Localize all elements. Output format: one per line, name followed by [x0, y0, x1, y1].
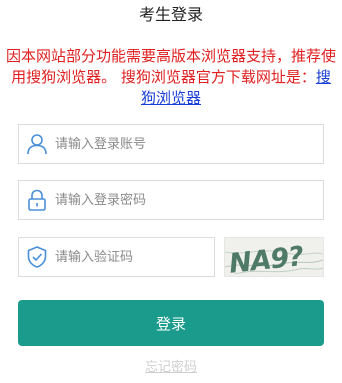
login-page: 考生登录 因本网站部分功能需要高版本浏览器支持，推荐使用搜狗浏览器。 搜狗浏览器…: [0, 0, 342, 383]
user-icon: [25, 132, 49, 156]
shield-check-icon: [25, 245, 49, 269]
browser-warning-text: 因本网站部分功能需要高版本浏览器支持，推荐使用搜狗浏览器。 搜狗浏览器官方下载网…: [6, 47, 337, 86]
login-button[interactable]: 登录: [18, 300, 324, 346]
captcha-input[interactable]: [55, 238, 208, 276]
forgot-password-link[interactable]: 忘记密码: [0, 358, 342, 378]
browser-warning: 因本网站部分功能需要高版本浏览器支持，推荐使用搜狗浏览器。 搜狗浏览器官方下载网…: [6, 46, 336, 109]
captcha-field: [18, 237, 215, 277]
captcha-image[interactable]: NA9?: [224, 237, 324, 277]
account-field: [18, 124, 324, 164]
account-input[interactable]: [55, 125, 317, 163]
page-title: 考生登录: [138, 5, 203, 24]
lock-icon: [25, 188, 49, 212]
password-input[interactable]: [55, 181, 317, 219]
password-field: [18, 180, 324, 220]
